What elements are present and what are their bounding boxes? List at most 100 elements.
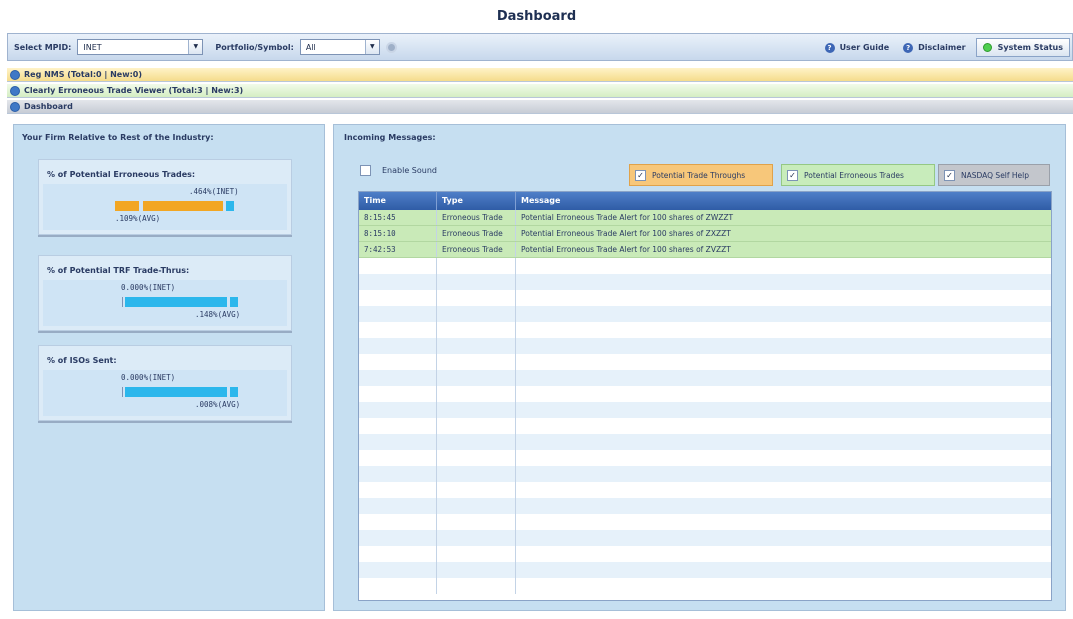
- empty-cell: [516, 546, 1051, 562]
- industry-panel-title: Your Firm Relative to Rest of the Indust…: [22, 133, 214, 142]
- empty-row: [359, 546, 1051, 562]
- firm-marker: [226, 201, 234, 211]
- empty-cell: [437, 258, 516, 274]
- expand-icon[interactable]: [10, 85, 20, 96]
- avg-marker: [230, 297, 238, 307]
- empty-cell: [437, 466, 516, 482]
- incoming-messages-panel: Incoming Messages: Enable Sound ✓ Potent…: [333, 124, 1066, 611]
- gear-icon[interactable]: [385, 41, 397, 53]
- avg-bar: [125, 387, 227, 397]
- reg-nms-strip[interactable]: Reg NMS (Total:0 | New:0): [7, 68, 1073, 82]
- checkmark-icon[interactable]: ✓: [787, 169, 798, 181]
- enable-sound-toggle[interactable]: Enable Sound: [360, 165, 437, 176]
- empty-row: [359, 306, 1051, 322]
- empty-cell: [516, 434, 1051, 450]
- trf-trade-thrus-card: % of Potential TRF Trade-Thrus: 0.000%(I…: [38, 255, 292, 331]
- empty-cell: [516, 498, 1051, 514]
- empty-cell: [359, 482, 437, 498]
- empty-cell: [359, 578, 437, 594]
- empty-cell: [516, 578, 1051, 594]
- filter-self-help[interactable]: ✓ NASDAQ Self Help: [938, 164, 1050, 186]
- empty-cell: [516, 386, 1051, 402]
- empty-cell: [359, 354, 437, 370]
- chevron-down-icon[interactable]: ▼: [364, 40, 379, 54]
- empty-row: [359, 258, 1051, 274]
- user-guide-label: User Guide: [839, 43, 890, 52]
- system-status-label: System Status: [997, 43, 1063, 52]
- empty-cell: [359, 450, 437, 466]
- table-row[interactable]: 8:15:45 Erroneous Trade Potential Errone…: [359, 210, 1051, 226]
- incoming-messages-title: Incoming Messages:: [344, 133, 436, 142]
- empty-cell: [516, 258, 1051, 274]
- expand-icon[interactable]: [10, 69, 20, 80]
- column-header-message[interactable]: Message: [516, 192, 1051, 210]
- empty-cell: [437, 338, 516, 354]
- empty-cell: [437, 562, 516, 578]
- empty-row: [359, 578, 1051, 594]
- empty-cell: [437, 274, 516, 290]
- cell-time: 8:15:10: [359, 226, 437, 241]
- symbol-select[interactable]: All ▼: [299, 39, 380, 55]
- firm-bar: [143, 201, 223, 211]
- isos-sent-card: % of ISOs Sent: 0.000%(INET) .008%(AVG): [38, 345, 292, 421]
- empty-row: [359, 466, 1051, 482]
- empty-cell: [437, 514, 516, 530]
- disclaimer-label: Disclaimer: [918, 43, 966, 52]
- column-header-type[interactable]: Type: [437, 192, 516, 210]
- empty-cell: [516, 354, 1051, 370]
- empty-cell: [359, 498, 437, 514]
- empty-cell: [437, 290, 516, 306]
- empty-cell: [359, 306, 437, 322]
- avg-value: .008%(AVG): [195, 400, 241, 409]
- empty-row: [359, 386, 1051, 402]
- filter-erroneous-trades[interactable]: ✓ Potential Erroneous Trades: [781, 164, 935, 186]
- checkmark-icon[interactable]: ✓: [635, 169, 646, 181]
- cell-message: Potential Erroneous Trade Alert for 100 …: [516, 226, 1051, 241]
- mpid-label: Select MPID:: [14, 42, 72, 52]
- empty-row: [359, 322, 1051, 338]
- disclaimer-link[interactable]: ? Disclaimer: [903, 42, 966, 53]
- reg-nms-label: Reg NMS (Total:0 | New:0): [24, 70, 143, 79]
- user-guide-link[interactable]: ? User Guide: [824, 42, 890, 53]
- empty-cell: [516, 322, 1051, 338]
- help-icon: ?: [824, 42, 835, 53]
- cell-time: 7:42:53: [359, 242, 437, 257]
- empty-row: [359, 370, 1051, 386]
- enable-sound-label: Enable Sound: [382, 166, 437, 175]
- cell-message: Potential Erroneous Trade Alert for 100 …: [516, 210, 1051, 225]
- collapse-icon[interactable]: [10, 101, 20, 112]
- chevron-down-icon[interactable]: ▼: [188, 40, 203, 54]
- empty-row: [359, 530, 1051, 546]
- empty-cell: [359, 386, 437, 402]
- table-row[interactable]: 8:15:10 Erroneous Trade Potential Errone…: [359, 226, 1051, 242]
- empty-cell: [437, 434, 516, 450]
- firm-value: 0.000%(INET): [121, 373, 176, 382]
- empty-cell: [437, 370, 516, 386]
- messages-table: Time Type Message 8:15:45 Erroneous Trad…: [358, 191, 1052, 601]
- table-row[interactable]: 7:42:53 Erroneous Trade Potential Errone…: [359, 242, 1051, 258]
- checkmark-icon[interactable]: ✓: [944, 169, 955, 181]
- card-metric: 0.000%(INET) .008%(AVG): [43, 370, 287, 416]
- empty-cell: [359, 466, 437, 482]
- dashboard-strip[interactable]: Dashboard: [7, 100, 1073, 114]
- card-title: % of Potential TRF Trade-Thrus:: [47, 266, 190, 275]
- empty-cell: [516, 482, 1051, 498]
- empty-row: [359, 338, 1051, 354]
- dashboard-strip-label: Dashboard: [24, 102, 73, 111]
- empty-cell: [359, 402, 437, 418]
- firm-marker: [122, 387, 123, 397]
- avg-value: .109%(AVG): [115, 214, 161, 223]
- column-header-time[interactable]: Time: [359, 192, 437, 210]
- enable-sound-checkbox[interactable]: [360, 165, 371, 176]
- empty-cell: [437, 354, 516, 370]
- empty-cell: [516, 290, 1051, 306]
- cetv-strip[interactable]: Clearly Erroneous Trade Viewer (Total:3 …: [7, 84, 1073, 98]
- empty-cell: [359, 418, 437, 434]
- system-status-button[interactable]: System Status: [975, 38, 1070, 57]
- mpid-select-value: INET: [83, 42, 102, 52]
- symbol-label: Portfolio/Symbol:: [215, 42, 294, 52]
- cell-message: Potential Erroneous Trade Alert for 100 …: [516, 242, 1051, 257]
- mpid-select[interactable]: INET ▼: [77, 39, 204, 55]
- filter-trade-throughs[interactable]: ✓ Potential Trade Throughs: [629, 164, 773, 186]
- empty-row: [359, 514, 1051, 530]
